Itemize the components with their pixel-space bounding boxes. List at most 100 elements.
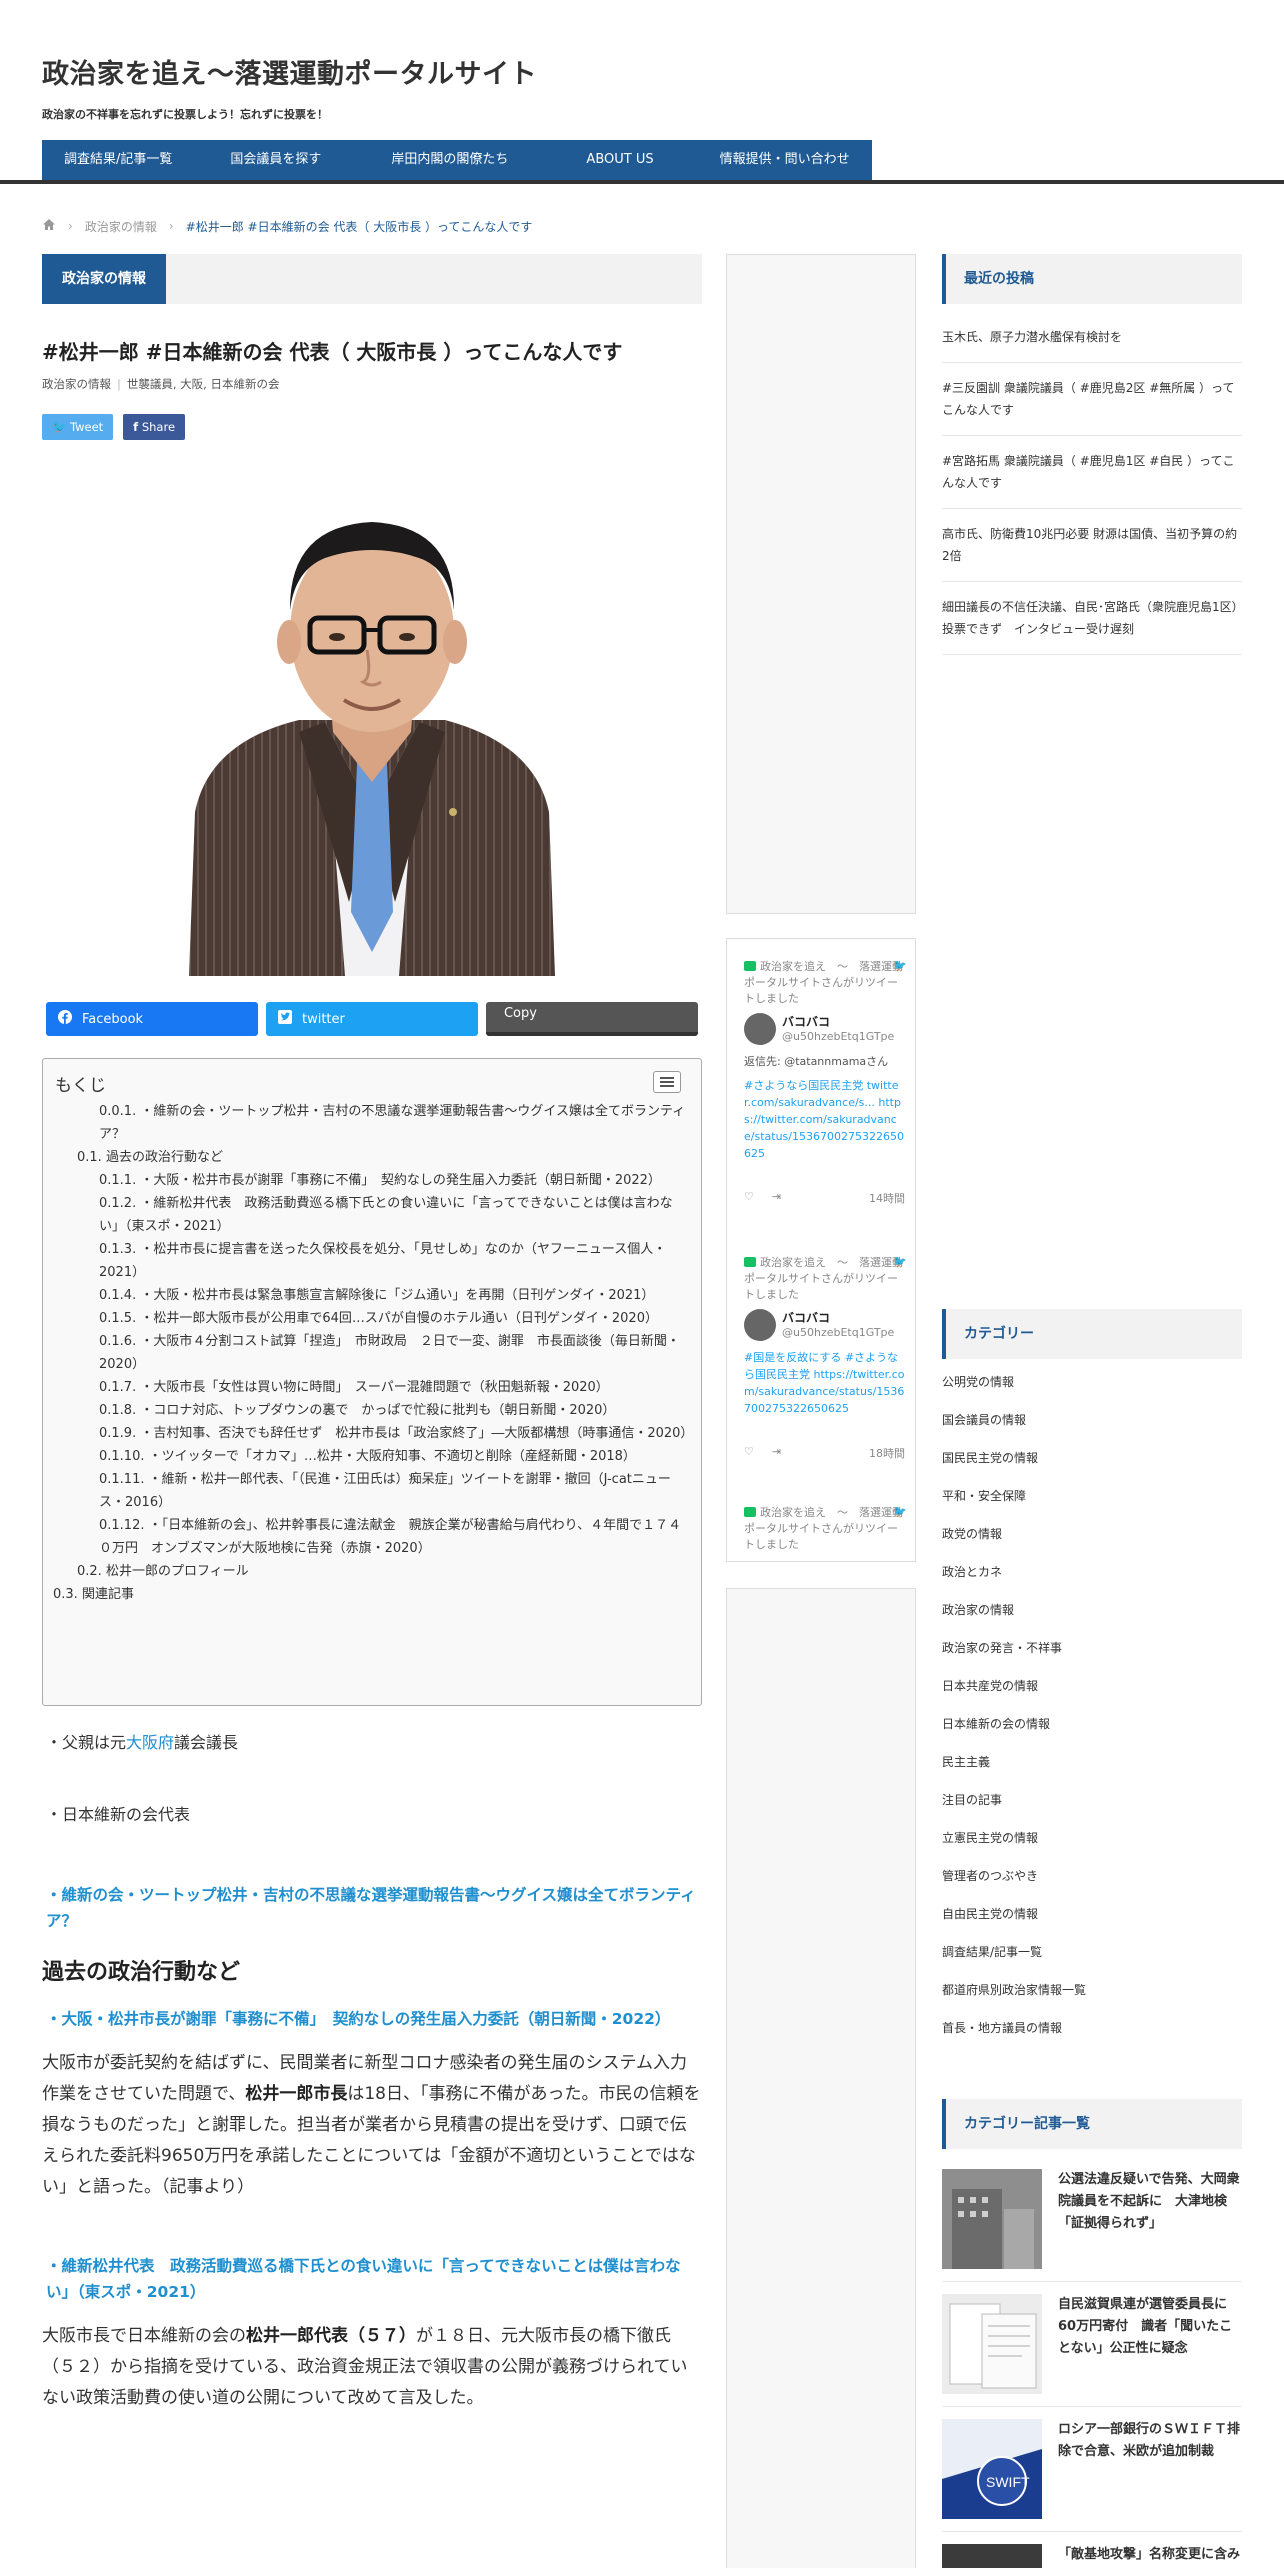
share-icon[interactable]: ⇥ bbox=[772, 1445, 781, 1461]
news-link-2[interactable]: ・維新松井代表 政務活動費巡る橋下氏との食い違いに「言ってできないことは僕は言わ… bbox=[42, 2253, 702, 2305]
toc-item[interactable]: 0.2. 松井一郎のプロフィール bbox=[53, 1560, 691, 1583]
facebook-share-large[interactable]: Facebook bbox=[46, 1002, 258, 1036]
tweet-card[interactable]: 🐦 政治家を追え ～ 落選運動ポータルサイトさんがリツイートしました bbox=[727, 1505, 915, 1553]
toc-item[interactable]: 0.1.9. ・吉村知事、否決でも辞任せず 松井市長は「政治家終了」―大阪都構想… bbox=[53, 1422, 693, 1445]
nav-item-kishida-cabinet[interactable]: 岸田内閣の閣僚たち bbox=[357, 140, 542, 180]
tweet-button[interactable]: 🐦 Tweet bbox=[42, 414, 114, 440]
category-link[interactable]: 国民民主党の情報 bbox=[942, 1439, 1242, 1477]
recent-post-link[interactable]: 玉木氏、原子力潜水艦保有検討を bbox=[942, 312, 1242, 363]
breadcrumb-category[interactable]: 政治家の情報 bbox=[85, 218, 157, 235]
toc-item[interactable]: 0.1.2. ・維新松井代表 政務活動費巡る橋下氏との食い違いに「言ってできない… bbox=[53, 1192, 691, 1238]
category-link[interactable]: 日本共産党の情報 bbox=[942, 1667, 1242, 1705]
toc-item[interactable]: 0.1.6. ・大阪市４分割コスト試算「捏造」 市財政局 ２日で一変、謝罪 市長… bbox=[53, 1330, 691, 1376]
category-list: 公明党の情報 国会議員の情報 国民民主党の情報 平和・安全保障 政党の情報 政治とカネ 政治… bbox=[942, 1363, 1242, 2047]
toc-toggle-button[interactable] bbox=[653, 1071, 681, 1093]
article-thumbnail[interactable] bbox=[942, 2294, 1042, 2394]
nav-item-find-diet-members[interactable]: 国会議員を探す bbox=[194, 140, 357, 180]
avatar[interactable] bbox=[744, 1013, 776, 1045]
category-article-item[interactable]: SWIFT ロシア一部銀行のＳＷＩＦＴ排除で合意、米欧が追加制裁 bbox=[942, 2407, 1242, 2532]
list-icon bbox=[660, 1077, 674, 1087]
site-title[interactable]: 政治家を追え〜落選運動ポータルサイト bbox=[42, 52, 537, 91]
breadcrumb-current[interactable]: #松井一郎 #日本維新の会 代表（ 大阪市長 ）ってこんな人です bbox=[186, 218, 533, 235]
category-link[interactable]: 管理者のつぶやき bbox=[942, 1857, 1242, 1895]
category-link[interactable]: 自由民主党の情報 bbox=[942, 1895, 1242, 1933]
category-link[interactable]: 政治とカネ bbox=[942, 1553, 1242, 1591]
avatar[interactable] bbox=[744, 1309, 776, 1341]
twitter-share-large[interactable]: twitter bbox=[265, 1002, 478, 1036]
category-link[interactable]: 公明党の情報 bbox=[942, 1363, 1242, 1401]
toc-item[interactable]: 0.1.5. ・松井一郎大阪市長が公用車で64回…スパが自慢のホテル通い（日刊ゲ… bbox=[53, 1307, 691, 1330]
facebook-share-button[interactable]: f Share bbox=[123, 414, 186, 440]
toc-item[interactable]: 0.1.12. ・「日本維新の会」、松井幹事長に違法献金 親族企業が秘書給与肩代… bbox=[53, 1514, 691, 1560]
portrait-image bbox=[149, 482, 595, 976]
recent-post-link[interactable]: #宮路拓馬 衆議院議員（ #鹿児島1区 #自民 ）ってこんな人です bbox=[942, 436, 1242, 509]
toc-item[interactable]: 0.1.8. ・コロナ対応、トップダウンの裏で かっぱで忙殺に批判も（朝日新聞・… bbox=[53, 1399, 691, 1422]
twitter-icon bbox=[277, 1010, 292, 1028]
category-article-item[interactable]: 「敵基地攻撃」名称変更に含み bbox=[942, 2532, 1242, 2568]
category-link[interactable]: 調査結果/記事一覧 bbox=[942, 1933, 1242, 1971]
toc-item[interactable]: 0.3. 関連記事 bbox=[53, 1583, 691, 1606]
category-link[interactable]: 政治家の情報 bbox=[942, 1591, 1242, 1629]
category-article-title[interactable]: 自民滋賀県連が選管委員長に60万円寄付 識者「聞いたことない」公正性に疑念 bbox=[1058, 2294, 1242, 2394]
article-thumbnail[interactable] bbox=[942, 2544, 1042, 2568]
recent-post-link[interactable]: #三反園訓 衆議院議員（ #鹿児島2区 #無所属 ）ってこんな人です bbox=[942, 363, 1242, 436]
toc-item[interactable]: 0.1.11. ・維新・松井一郎代表、「（民進・江田氏は）痴呆症」ツイートを謝罪… bbox=[53, 1468, 691, 1514]
news-link-1[interactable]: ・大阪・松井市長が謝罪「事務に不備」 契約なしの発生届入力委託（朝日新聞・202… bbox=[42, 2006, 702, 2032]
category-link[interactable]: 国会議員の情報 bbox=[942, 1401, 1242, 1439]
report-link[interactable]: ・維新の会・ツートップ松井・吉村の不思議な選挙運動報告書～ウグイス嬢は全てボラン… bbox=[42, 1882, 702, 1934]
toc-item[interactable]: 0.1. 過去の政治行動など bbox=[53, 1146, 691, 1169]
category-link[interactable]: 都道府県別政治家情報一覧 bbox=[942, 1971, 1242, 2009]
tweet-user-name[interactable]: バコバコ bbox=[782, 1309, 894, 1326]
toc-item[interactable]: 0.1.4. ・大阪・松井市長は緊急事態宣言解除後に「ジム通い」を再開（日刊ゲン… bbox=[53, 1284, 691, 1307]
nav-item-articles[interactable]: 調査結果/記事一覧 bbox=[42, 140, 194, 180]
tweet-body[interactable]: #さようなら国民民主党 twitter.com/sakuradvance/s..… bbox=[744, 1077, 905, 1162]
category-link[interactable]: 政党の情報 bbox=[942, 1515, 1242, 1553]
category-article-item[interactable]: 自民滋賀県連が選管委員長に60万円寄付 識者「聞いたことない」公正性に疑念 bbox=[942, 2282, 1242, 2407]
copy-label: Copy bbox=[503, 1006, 537, 1021]
toc-item[interactable]: 0.1.1. ・大阪・松井市長が謝罪「事務に不備」 契約なしの発生届入力委託（朝… bbox=[53, 1169, 691, 1192]
category-link[interactable]: 立憲民主党の情報 bbox=[942, 1819, 1242, 1857]
copy-link-button[interactable]: Copy bbox=[485, 1002, 699, 1036]
site-header: 政治家を追え〜落選運動ポータルサイト 政治家の不祥事を忘れずに投票しよう！忘れず… bbox=[0, 0, 1284, 184]
toc-item[interactable]: 0.0.1. ・維新の会・ツートップ松井・吉村の不思議な選挙運動報告書～ウグイス… bbox=[53, 1100, 691, 1146]
toc-item[interactable]: 0.1.7. ・大阪市長「女性は買い物に時間」 スーパー混雑問題で（秋田魁新報・… bbox=[53, 1376, 691, 1399]
tweet-user-name[interactable]: バコバコ bbox=[782, 1013, 894, 1030]
sidebar: 最近の投稿 玉木氏、原子力潜水艦保有検討を #三反園訓 衆議院議員（ #鹿児島2区… bbox=[942, 254, 1242, 2568]
post-category-link[interactable]: 政治家の情報 bbox=[42, 377, 111, 391]
nav-item-about[interactable]: ABOUT US bbox=[542, 140, 697, 180]
category-label[interactable]: 政治家の情報 bbox=[42, 254, 166, 304]
category-article-title[interactable]: ロシア一部銀行のＳＷＩＦＴ排除で合意、米欧が追加制裁 bbox=[1058, 2419, 1242, 2519]
toc-item[interactable]: 0.1.10. ・ツイッターで「オカマ」…松井・大阪府知事、不適切と削除（産経新… bbox=[53, 1445, 691, 1468]
nav-item-contact[interactable]: 情報提供・問い合わせ bbox=[698, 140, 872, 180]
category-link[interactable]: 政治家の発言・不祥事 bbox=[942, 1629, 1242, 1667]
osaka-prefecture-link[interactable]: 大阪府 bbox=[126, 1733, 174, 1752]
recent-posts-list: 玉木氏、原子力潜水艦保有検討を #三反園訓 衆議院議員（ #鹿児島2区 #無所属 … bbox=[942, 312, 1242, 655]
twitter-timeline-widget[interactable]: 🐦 政治家を追え ～ 落選運動ポータルサイトさんがリツイートしました バコバコ @u5… bbox=[726, 938, 916, 1562]
tweet-user-handle[interactable]: @u50hzebEtq1GTpe bbox=[782, 1326, 894, 1339]
share-icon[interactable]: ⇥ bbox=[772, 1190, 781, 1206]
category-link[interactable]: 民主主義 bbox=[942, 1743, 1242, 1781]
tweet-card[interactable]: 🐦 政治家を追え ～ 落選運動ポータルサイトさんがリツイートしました バコバコ @u5… bbox=[727, 959, 915, 1206]
recent-post-link[interactable]: 細田議長の不信任決議、自民･宮路氏（衆院鹿児島1区）投票できず インタビュー受け… bbox=[942, 582, 1242, 655]
tweet-time[interactable]: 14時間 bbox=[869, 1190, 905, 1206]
heart-icon[interactable]: ♡ bbox=[744, 1445, 754, 1461]
tweet-user-handle[interactable]: @u50hzebEtq1GTpe bbox=[782, 1030, 894, 1043]
tweet-card[interactable]: 🐦 政治家を追え ～ 落選運動ポータルサイトさんがリツイートしました バコバコ @u5… bbox=[727, 1255, 915, 1461]
post-tags[interactable]: 世襲議員, 大阪, 日本維新の会 bbox=[127, 377, 280, 391]
category-link[interactable]: 首長・地方議員の情報 bbox=[942, 2009, 1242, 2047]
category-link[interactable]: 注目の記事 bbox=[942, 1781, 1242, 1819]
recent-post-link[interactable]: 高市氏、防衛費10兆円必要 財源は国債、当初予算の約2倍 bbox=[942, 509, 1242, 582]
heart-icon[interactable]: ♡ bbox=[744, 1190, 754, 1206]
toc-title: もくじ bbox=[55, 1076, 106, 1096]
category-link[interactable]: 平和・安全保障 bbox=[942, 1477, 1242, 1515]
category-link[interactable]: 日本維新の会の情報 bbox=[942, 1705, 1242, 1743]
category-article-item[interactable]: 公選法違反疑いで告発、大岡衆院議員を不起訴に 大津地検「証拠得られず」 bbox=[942, 2157, 1242, 2282]
tweet-body[interactable]: #国是を反故にする #さようなら国民民主党 https://twitter.co… bbox=[744, 1349, 905, 1417]
home-icon[interactable] bbox=[42, 218, 56, 234]
article-thumbnail[interactable] bbox=[942, 2169, 1042, 2269]
toc-item[interactable]: 0.1.3. ・松井市長に提言書を送った久保校長を処分、「見せしめ」なのか（ヤフ… bbox=[53, 1238, 691, 1284]
category-article-title[interactable]: 「敵基地攻撃」名称変更に含み bbox=[1058, 2544, 1240, 2568]
article-thumbnail[interactable]: SWIFT bbox=[942, 2419, 1042, 2519]
category-article-title[interactable]: 公選法違反疑いで告発、大岡衆院議員を不起訴に 大津地検「証拠得られず」 bbox=[1058, 2169, 1242, 2269]
tweet-time[interactable]: 18時間 bbox=[869, 1445, 905, 1461]
